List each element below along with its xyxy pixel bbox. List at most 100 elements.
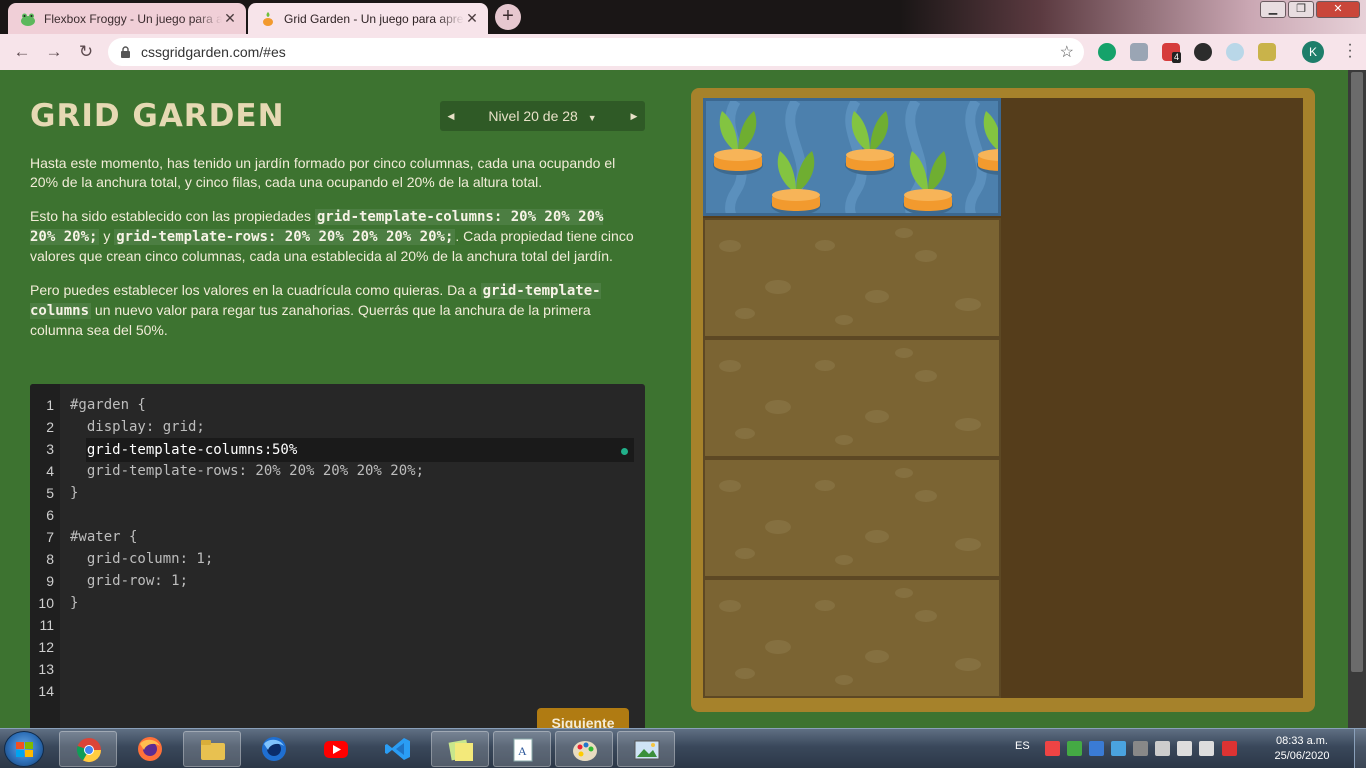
code-line: 4 grid-template-rows: 20% 20% 20% 20% 20…	[30, 460, 645, 482]
minimize-icon[interactable]: ▁	[1260, 1, 1286, 18]
tray-app-icon[interactable]	[1111, 741, 1127, 756]
tab-flexbox-froggy[interactable]: Flexbox Froggy - Un juego para a ✕	[8, 3, 246, 34]
carrot-favicon-icon	[263, 11, 273, 26]
carrot-icon	[771, 151, 821, 213]
tray-app-icon[interactable]	[1133, 741, 1149, 756]
soil-pebble	[865, 530, 889, 543]
tab-title: Flexbox Froggy - Un juego para a	[44, 11, 222, 26]
instruction-paragraph: Hasta este momento, has tenido un jardín…	[30, 155, 616, 190]
taskbar-sticky-notes[interactable]	[431, 731, 489, 767]
line-number: 7	[46, 529, 54, 545]
close-window-icon[interactable]: ✕	[1316, 1, 1360, 18]
code-text: grid-column: 1;	[70, 551, 214, 567]
todoist-extension-icon[interactable]: 4	[1162, 43, 1182, 63]
carrot-icon	[713, 111, 763, 175]
level-selector: ◀ Nivel 20 de 28 ▼ ▶	[440, 101, 645, 131]
tray-app-icon[interactable]	[1089, 741, 1105, 756]
reload-icon[interactable]: ↻	[74, 40, 98, 64]
code-line: 8 grid-column: 1;	[30, 548, 645, 570]
carrot-icon	[845, 111, 895, 175]
network-signal-icon[interactable]	[1155, 741, 1171, 756]
soil-pebble	[719, 480, 741, 492]
extension-icon[interactable]	[1258, 43, 1276, 61]
line-number: 14	[38, 683, 54, 699]
forward-arrow-icon[interactable]: →	[42, 40, 66, 64]
language-indicator[interactable]: ES	[1015, 740, 1030, 752]
tray-app-icon[interactable]	[1045, 741, 1060, 756]
back-arrow-icon[interactable]: ←	[10, 40, 34, 64]
line-number: 11	[39, 617, 54, 633]
vscode-icon	[385, 738, 410, 760]
firefox-icon	[138, 737, 162, 761]
soil-pebble	[735, 548, 755, 559]
start-button[interactable]	[4, 731, 44, 767]
clock[interactable]: 08:33 a.m. 25/06/2020	[1262, 734, 1342, 764]
code-line: 7 #water {	[30, 526, 645, 548]
eye-extension-icon[interactable]	[1226, 43, 1244, 61]
code-line: 14	[30, 680, 645, 702]
tray-chrome-icon[interactable]	[1067, 741, 1083, 756]
soil-pebble	[895, 588, 913, 598]
lock-icon	[121, 46, 130, 58]
soil-pebble	[719, 360, 741, 372]
menu-dots-icon[interactable]: · · ·	[1340, 37, 1360, 65]
previous-level-arrow-icon[interactable]: ◀	[440, 101, 462, 131]
taskbar-firefox-developer[interactable]	[245, 731, 303, 767]
line-number: 4	[46, 463, 54, 479]
extension-badge: 4	[1172, 52, 1182, 63]
maximize-icon[interactable]: ❐	[1288, 1, 1314, 18]
next-level-arrow-icon[interactable]: ▶	[623, 101, 645, 131]
line-number: 13	[38, 661, 54, 677]
code-text: grid-template-columns:	[70, 442, 281, 458]
grid-garden-page: GRID GARDEN ◀ Nivel 20 de 28 ▼ ▶ Hasta e…	[0, 70, 1366, 728]
level-dropdown[interactable]: Nivel 20 de 28 ▼	[462, 101, 623, 131]
taskbar-file-explorer[interactable]	[183, 731, 241, 767]
text: un nuevo valor para regar tus zanahorias…	[30, 302, 591, 338]
sticky-notes-icon	[448, 739, 473, 761]
taskbar-paint[interactable]	[555, 731, 613, 767]
taskbar-photo-viewer[interactable]	[617, 731, 675, 767]
close-tab-icon[interactable]: ✕	[464, 10, 480, 27]
tab-grid-garden[interactable]: Grid Garden - Un juego para apre ✕	[248, 3, 488, 34]
grammarly-extension-icon[interactable]	[1098, 43, 1116, 61]
code-text: }	[70, 485, 79, 501]
volume-icon[interactable]	[1199, 741, 1215, 756]
line-number: 10	[38, 595, 54, 611]
next-button[interactable]: Siguiente	[537, 708, 629, 728]
soil-pebble	[895, 228, 913, 238]
soil-pebble	[765, 280, 791, 294]
close-tab-icon[interactable]: ✕	[222, 10, 238, 27]
taskbar-youtube[interactable]	[307, 731, 365, 767]
action-center-flag-icon[interactable]	[1221, 741, 1237, 756]
taskbar-firefox[interactable]	[121, 731, 179, 767]
line-number: 1	[46, 397, 54, 413]
bookmark-star-icon[interactable]: ☆	[1060, 42, 1074, 62]
paint-palette-icon	[573, 741, 597, 761]
code-line: 11	[30, 614, 645, 636]
taskbar-word-document[interactable]: A	[493, 731, 551, 767]
code-line-input[interactable]: 3 grid-template-columns:	[30, 438, 645, 462]
soil-pebble	[955, 418, 981, 431]
line-number: 12	[38, 639, 54, 655]
soil-pebble	[815, 240, 835, 251]
code-line: 6	[30, 504, 645, 526]
spy-extension-icon[interactable]	[1194, 43, 1212, 61]
soil-pebble	[735, 668, 755, 679]
taskbar-chrome[interactable]	[59, 731, 117, 767]
page-scrollbar[interactable]	[1348, 70, 1366, 728]
scrollbar-thumb[interactable]	[1351, 72, 1363, 672]
extension-icon[interactable]	[1130, 43, 1148, 61]
profile-avatar[interactable]: K	[1302, 41, 1324, 63]
text: Pero puedes establecer los valores en la…	[30, 282, 481, 298]
css-answer-input[interactable]	[272, 439, 552, 461]
taskbar-vscode[interactable]	[369, 731, 427, 767]
network-icon[interactable]	[1177, 741, 1193, 756]
code-text: grid-row: 1;	[70, 573, 189, 589]
new-tab-button[interactable]: +	[495, 4, 521, 30]
soil-pebble	[735, 428, 755, 439]
show-desktop-button[interactable]	[1354, 729, 1366, 768]
taskbar: A ES 08:33 a.m. 25/06/2020	[0, 728, 1366, 768]
line-number: 6	[46, 507, 54, 523]
address-bar[interactable]: cssgridgarden.com/#es ☆	[108, 38, 1084, 66]
instruction-paragraph: Pero puedes establecer los valores en la…	[30, 281, 635, 340]
